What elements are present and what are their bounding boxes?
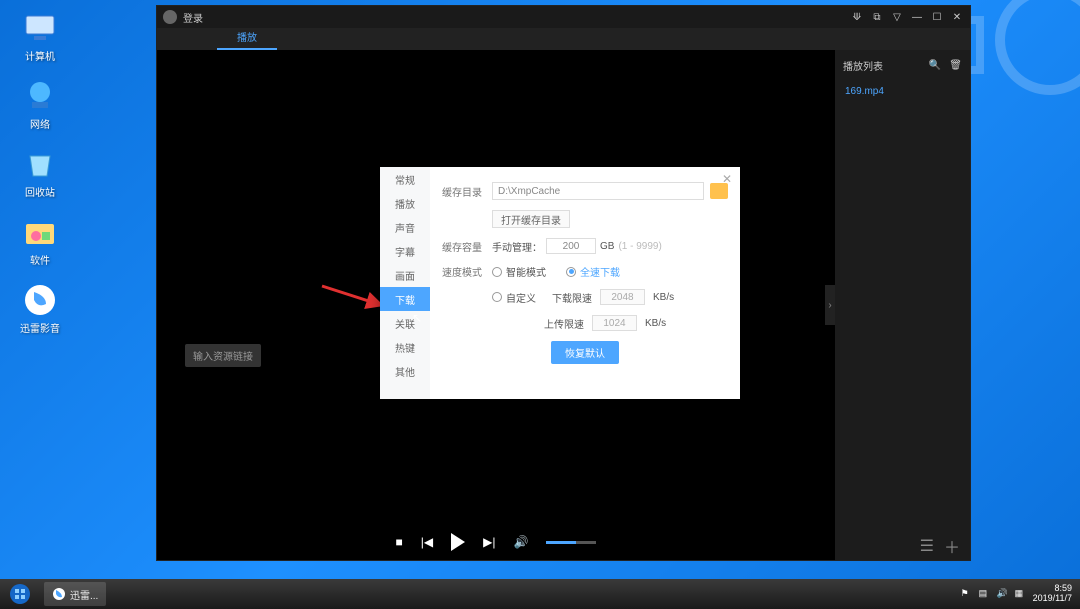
ul-limit-input[interactable] <box>592 315 637 331</box>
add-icon[interactable]: ＋ <box>944 534 960 558</box>
system-tray[interactable]: ⚑ ▤ 🔊 ▦ <box>961 588 1027 600</box>
desktop-icon-label: 回收站 <box>25 184 55 199</box>
custom-label: 自定义 <box>506 290 536 305</box>
dl-limit-input[interactable] <box>600 289 645 305</box>
recycle-icon <box>22 146 58 182</box>
cache-dir-input[interactable] <box>492 182 704 200</box>
trash-icon[interactable]: 🗑 <box>949 60 962 71</box>
tray-flag-icon[interactable]: ⚑ <box>961 588 973 600</box>
minimize-icon[interactable]: — <box>910 12 924 23</box>
ul-limit-label: 上传限速 <box>544 316 584 331</box>
tab-play[interactable]: 播放 <box>217 25 277 50</box>
xunlei-icon <box>22 282 58 318</box>
nav-audio[interactable]: 声音 <box>380 215 430 239</box>
window-controls: ⟱ ⧉ ▽ — ☐ ✕ <box>850 12 964 23</box>
desktop-icon-label: 计算机 <box>25 48 55 63</box>
volume-slider[interactable] <box>546 541 596 544</box>
settings-dialog: 常规 播放 声音 字幕 画面 下载 关联 热键 其他 ✕ 缓存目录 打开缓存目录… <box>380 167 740 399</box>
start-button[interactable] <box>0 579 40 609</box>
tray-network-icon[interactable]: ▤ <box>979 588 991 600</box>
desktop-icon-computer[interactable]: 计算机 <box>10 10 70 63</box>
speed-mode-label: 速度模式 <box>442 264 492 279</box>
dl-unit: KB/s <box>653 292 674 303</box>
cache-cap-input[interactable] <box>546 238 596 254</box>
restore-default-button[interactable]: 恢复默认 <box>551 341 619 364</box>
desktop-icon-label: 迅雷影音 <box>20 320 60 335</box>
desktop-icon-recycle[interactable]: 回收站 <box>10 146 70 199</box>
network-icon <box>22 78 58 114</box>
ul-unit: KB/s <box>645 318 666 329</box>
taskbar-clock[interactable]: 8:59 2019/11/7 <box>1033 584 1072 604</box>
settings-nav: 常规 播放 声音 字幕 画面 下载 关联 热键 其他 <box>380 167 430 399</box>
desktop-icon-label: 网络 <box>30 116 50 131</box>
playlist-item[interactable]: 169.mp4 <box>835 80 970 103</box>
cache-dir-label: 缓存目录 <box>442 184 492 199</box>
player-controls: ■ |◀ ▶| 🔊 <box>157 524 835 560</box>
prev-button[interactable]: |◀ <box>421 535 433 549</box>
dl-limit-label: 下载限速 <box>552 290 592 305</box>
cache-cap-unit: GB <box>600 241 614 252</box>
tab-bar: 播放 <box>157 28 970 50</box>
nav-playback[interactable]: 播放 <box>380 191 430 215</box>
playlist-sidebar: 播放列表 🔍 🗑 169.mp4 ☰ ＋ <box>835 50 970 560</box>
play-button[interactable] <box>451 533 465 551</box>
desktop-icon-label: 软件 <box>30 252 50 267</box>
search-icon[interactable]: 🔍 <box>929 60 941 71</box>
nav-subtitle[interactable]: 字幕 <box>380 239 430 263</box>
taskbar-app-label: 迅雷... <box>70 587 98 602</box>
taskbar-app-xunlei[interactable]: 迅雷... <box>44 582 106 606</box>
computer-icon <box>22 10 58 46</box>
close-icon[interactable]: ✕ <box>950 12 964 23</box>
cache-cap-prefix: 手动管理： <box>492 239 542 254</box>
avatar-icon[interactable] <box>163 10 177 24</box>
smart-mode-label: 智能模式 <box>506 264 546 279</box>
radio-fullspeed[interactable] <box>566 267 576 277</box>
desktop-icons: 计算机 网络 回收站 软件 迅雷影音 <box>10 10 70 335</box>
list-mode-icon[interactable]: ☰ <box>920 536 934 556</box>
nav-hotkey[interactable]: 热键 <box>380 335 430 359</box>
playlist-title: 播放列表 <box>843 58 883 73</box>
tray-ime-icon[interactable]: ▦ <box>1015 588 1027 600</box>
folder-icon <box>22 214 58 250</box>
simplify-icon[interactable]: ⟱ <box>850 12 864 23</box>
nav-general[interactable]: 常规 <box>380 167 430 191</box>
desktop-icon-software[interactable]: 软件 <box>10 214 70 267</box>
volume-icon[interactable]: 🔊 <box>514 535 529 549</box>
maximize-icon[interactable]: ☐ <box>930 12 944 23</box>
nav-download[interactable]: 下载 <box>380 287 430 311</box>
next-button[interactable]: ▶| <box>483 535 495 549</box>
pin-icon[interactable]: ▽ <box>890 12 904 23</box>
mini-icon[interactable]: ⧉ <box>870 12 884 23</box>
stop-button[interactable]: ■ <box>396 535 403 549</box>
cache-cap-label: 缓存容量 <box>442 239 492 254</box>
desktop-icon-xunlei[interactable]: 迅雷影音 <box>10 282 70 335</box>
dialog-close-icon[interactable]: ✕ <box>722 172 732 186</box>
login-button[interactable]: 登录 <box>183 10 203 25</box>
nav-other[interactable]: 其他 <box>380 359 430 383</box>
titlebar[interactable]: 登录 ⟱ ⧉ ▽ — ☐ ✕ <box>157 6 970 28</box>
nav-assoc[interactable]: 关联 <box>380 311 430 335</box>
radio-smart[interactable] <box>492 267 502 277</box>
desktop-icon-network[interactable]: 网络 <box>10 78 70 131</box>
nav-video[interactable]: 画面 <box>380 263 430 287</box>
search-hint[interactable]: 输入资源链接 <box>185 344 261 367</box>
full-speed-label: 全速下载 <box>580 264 620 279</box>
windows-desktop: 计算机 网络 回收站 软件 迅雷影音 登录 ⟱ ⧉ <box>0 0 1080 609</box>
cache-cap-range: (1 - 9999) <box>618 241 661 252</box>
tray-volume-icon[interactable]: 🔊 <box>997 588 1009 600</box>
clock-date: 2019/11/7 <box>1033 594 1072 604</box>
open-cache-dir-button[interactable]: 打开缓存目录 <box>492 210 570 228</box>
sidebar-toggle[interactable]: › <box>825 285 835 325</box>
radio-custom[interactable] <box>492 292 502 302</box>
taskbar: 迅雷... ⚑ ▤ 🔊 ▦ 8:59 2019/11/7 <box>0 579 1080 609</box>
